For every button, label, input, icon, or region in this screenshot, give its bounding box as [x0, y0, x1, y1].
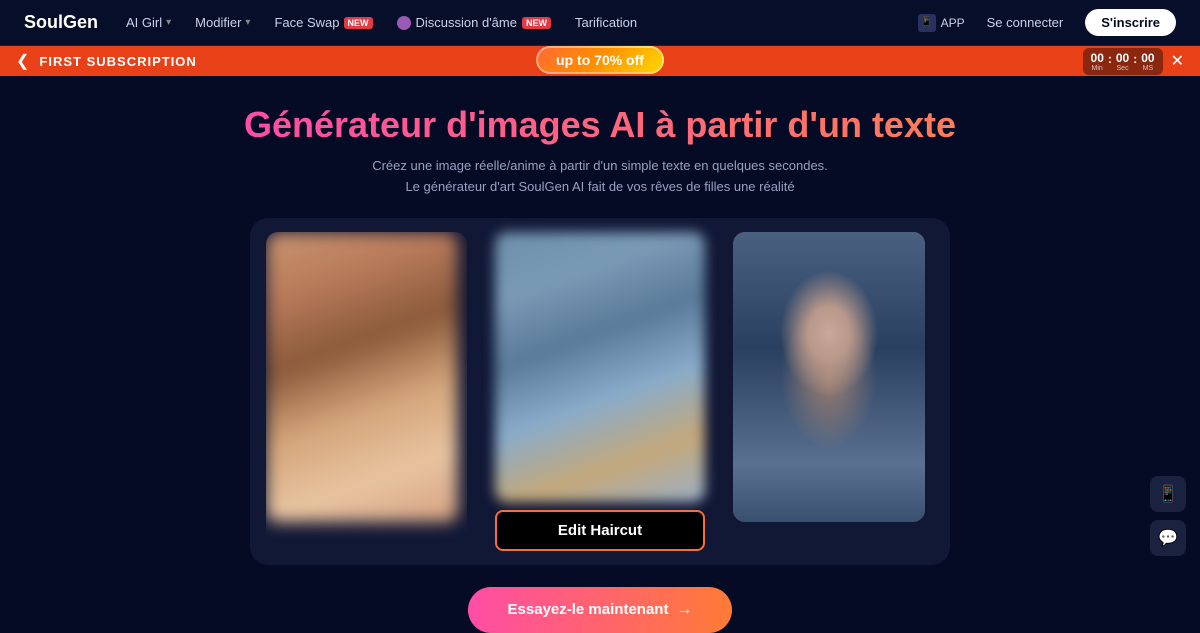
close-icon[interactable]: ✕: [1171, 51, 1184, 71]
hero-subtitle-line2: Le générateur d'art SoulGen AI fait de v…: [372, 177, 828, 198]
chat-side-button[interactable]: 💬: [1150, 520, 1186, 556]
hero-title: Générateur d'images AI à partir d'un tex…: [244, 104, 956, 146]
promo-subscription-text: FIRST SUBSCRIPTION: [39, 54, 196, 69]
countdown-colon-2: :: [1133, 52, 1137, 70]
clear-image-right: [733, 232, 925, 522]
promo-banner: ❮ FIRST SUBSCRIPTION up to 70% off 00 Mi…: [0, 46, 1200, 76]
mobile-icon: 📱: [1158, 484, 1178, 504]
nav-link-pricing[interactable]: Tarification: [575, 15, 637, 30]
app-button[interactable]: 📱 APP: [918, 14, 965, 32]
chevron-down-icon: ▾: [166, 17, 171, 28]
image-card-center: Edit Haircut: [479, 232, 721, 551]
nav-link-soul-talk[interactable]: Discussion d'âme NEW: [397, 15, 551, 30]
promo-right: 00 Min : 00 Sec : 00 MS ✕: [1083, 48, 1184, 75]
soul-icon: [397, 16, 411, 30]
nav-right: 📱 APP Se connecter S'inscrire: [918, 9, 1176, 36]
side-buttons: 📱 💬: [1150, 476, 1186, 556]
countdown-seconds: 00 MS: [1141, 51, 1154, 72]
new-badge: NEW: [344, 17, 373, 29]
navbar: SoulGen AI Girl ▾ Modifier ▾ Face Swap N…: [0, 0, 1200, 46]
demo-card: Edit Haircut: [250, 218, 950, 565]
promo-center: up to 70% off: [536, 52, 664, 70]
promo-left-arrow[interactable]: ❮: [16, 51, 29, 71]
login-button[interactable]: Se connecter: [977, 10, 1074, 35]
app-side-button[interactable]: 📱: [1150, 476, 1186, 512]
new-badge-2: NEW: [522, 17, 551, 29]
promo-left: ❮ FIRST SUBSCRIPTION: [16, 51, 197, 71]
nav-links: AI Girl ▾ Modifier ▾ Face Swap NEW Discu…: [126, 15, 637, 30]
nav-link-modifier[interactable]: Modifier ▾: [195, 15, 250, 30]
try-btn-container: Essayez-le maintenant →: [468, 587, 733, 633]
countdown-minutes: 00 Sec: [1116, 51, 1129, 72]
hero-subtitle: Créez une image réelle/anime à partir d'…: [372, 156, 828, 198]
chevron-down-icon: ▾: [245, 17, 250, 28]
signup-button[interactable]: S'inscrire: [1085, 9, 1176, 36]
try-now-button[interactable]: Essayez-le maintenant →: [468, 587, 733, 633]
app-icon: 📱: [918, 14, 936, 32]
main-content: Générateur d'images AI à partir d'un tex…: [0, 76, 1200, 633]
nav-link-face-swap[interactable]: Face Swap NEW: [274, 15, 372, 30]
blurred-image-center: [495, 232, 705, 502]
nav-left: SoulGen AI Girl ▾ Modifier ▾ Face Swap N…: [24, 12, 637, 33]
promo-discount-badge: up to 70% off: [536, 46, 664, 74]
edit-haircut-button[interactable]: Edit Haircut: [495, 510, 705, 551]
chat-icon: 💬: [1158, 528, 1178, 548]
countdown-colon-1: :: [1108, 52, 1112, 70]
hero-subtitle-line1: Créez une image réelle/anime à partir d'…: [372, 156, 828, 177]
logo[interactable]: SoulGen: [24, 12, 98, 33]
countdown-hours: 00 Min: [1091, 51, 1104, 72]
image-card-right: [733, 232, 934, 551]
nav-link-ai-girl[interactable]: AI Girl ▾: [126, 15, 171, 30]
countdown-timer: 00 Min : 00 Sec : 00 MS: [1083, 48, 1163, 75]
face-overlay: [733, 232, 925, 522]
image-card-left: [266, 232, 467, 551]
blurred-image-left: [266, 232, 458, 522]
